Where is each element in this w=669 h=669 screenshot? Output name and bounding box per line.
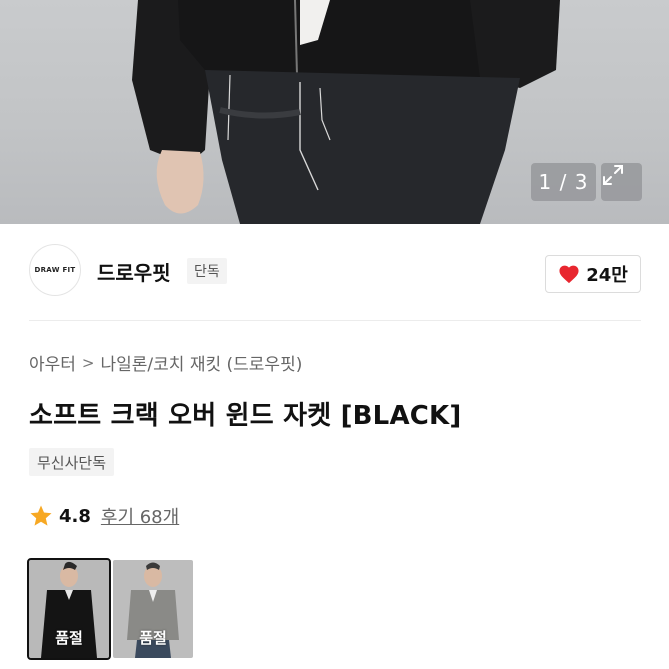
soldout-label: 품절 <box>55 629 83 647</box>
exclusive-badge: 무신사단독 <box>29 448 115 476</box>
rating-row: 4.8 후기 68개 <box>29 503 179 529</box>
brand-logo[interactable]: DRAW FIT <box>29 244 81 296</box>
star-icon <box>30 505 52 526</box>
divider <box>29 320 641 321</box>
heart-icon <box>559 265 579 284</box>
brand-logo-text: DRAW FIT <box>34 266 76 274</box>
review-count-link[interactable]: 후기 68개 <box>101 503 179 529</box>
breadcrumb: 아우터 > 나일론/코치 재킷 (드로우핏) <box>29 350 303 376</box>
chevron-right-icon: > <box>81 353 95 372</box>
color-option-black[interactable]: 품절 <box>27 558 111 660</box>
like-button[interactable]: 24만 <box>545 255 641 293</box>
like-count: 24만 <box>586 265 628 286</box>
product-main-image[interactable]: 1 / 3 <box>0 0 669 224</box>
breadcrumb-category[interactable]: 아우터 <box>29 350 76 375</box>
brand-name[interactable]: 드로우핏 <box>97 257 171 286</box>
rating-score: 4.8 <box>59 505 91 527</box>
soldout-label: 품절 <box>139 629 167 647</box>
product-title: 소프트 크랙 오버 윈드 자켓 [BLACK] <box>29 401 462 431</box>
image-counter: 1 / 3 <box>531 163 596 201</box>
color-option-gray[interactable]: 품절 <box>113 560 193 658</box>
breadcrumb-subcategory[interactable]: 나일론/코치 재킷 (드로우핏) <box>101 350 303 375</box>
expand-icon <box>603 165 623 185</box>
brand-row: DRAW FIT 드로우핏 단독 24만 <box>0 240 669 306</box>
brand-exclusive-tag: 단독 <box>187 258 227 284</box>
expand-button[interactable] <box>601 163 642 201</box>
